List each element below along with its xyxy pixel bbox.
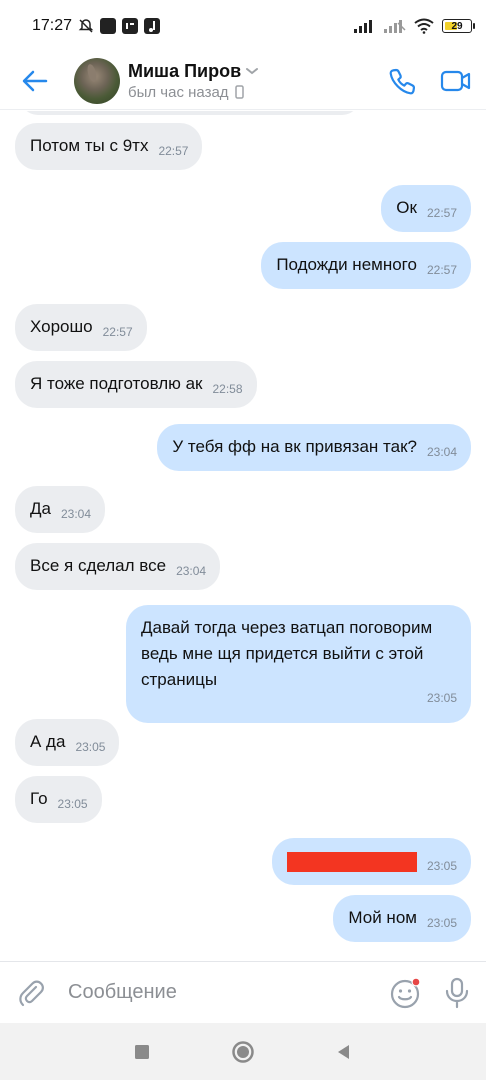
app-notification-icon [100, 18, 117, 34]
message-text: Да [30, 499, 51, 518]
back-nav-icon[interactable] [335, 1043, 353, 1061]
paperclip-icon[interactable] [16, 978, 46, 1008]
message-bubble-incoming[interactable]: Я тоже подготовлю ак 22:58 [15, 361, 257, 408]
message-time: 22:57 [102, 325, 133, 339]
back-button[interactable] [0, 52, 70, 110]
message-text: Все я сделал все [30, 556, 167, 575]
message-bubble-incoming[interactable]: Все я сделал все 23:04 [15, 543, 221, 590]
message-time: 22:57 [158, 144, 189, 158]
app-notification-icon [122, 18, 139, 34]
composer-actions [390, 977, 470, 1009]
message-text: Мой ном [348, 908, 417, 927]
message-bubble-outgoing[interactable]: Мой ном 23:05 [333, 895, 471, 942]
message-time: 22:57 [426, 206, 457, 220]
message-bubble-outgoing[interactable]: Давай тогда через ватцап поговорим ведь … [126, 605, 471, 723]
message-time: 23:05 [426, 916, 457, 930]
message-bubble-incoming[interactable]: А да 23:05 [15, 719, 120, 766]
message-bubble-incoming[interactable]: Хорошо 22:57 [15, 304, 147, 351]
message-bubble-incoming[interactable]: Го 23:05 [15, 776, 102, 823]
video-call-icon[interactable] [440, 69, 472, 93]
contact-last-seen: был час назад [128, 83, 229, 101]
message-input[interactable]: Сообщение [68, 981, 177, 1004]
wifi-icon [414, 18, 434, 34]
contact-name: Миша Пиров [128, 60, 242, 81]
chevron-down-icon [246, 68, 259, 75]
message-text: Я тоже подготовлю ак [30, 374, 203, 393]
message-text: Подожди немного [276, 255, 417, 274]
status-bar: 17:27 29 [0, 0, 486, 52]
message-bubble-outgoing[interactable]: 23:05 [271, 838, 471, 885]
signal-icon [354, 20, 372, 33]
message-text: Го [30, 789, 48, 808]
message-text: Потом ты с 9тх [30, 136, 149, 155]
message-bubble-outgoing[interactable]: Ок 22:57 [381, 185, 471, 232]
message-bubble-outgoing[interactable]: У тебя фф на вк привязан так? 23:04 [157, 424, 471, 471]
status-notification-icons [78, 18, 161, 34]
muted-bell-icon [78, 19, 94, 33]
message-text: Ок [396, 198, 417, 217]
message-time: 23:05 [426, 691, 457, 705]
microphone-icon[interactable] [444, 977, 470, 1009]
signal-icon [384, 20, 406, 33]
contact-name-row: Миша Пиров [128, 61, 259, 82]
status-time: 17:27 [32, 17, 73, 34]
message-time: 23:05 [75, 740, 106, 754]
message-time: 23:04 [176, 564, 207, 578]
message-list[interactable]: Потом ты с 9тх 22:57 Ок 22:57 Подожди немн… [0, 111, 486, 961]
message-time: 22:57 [426, 263, 457, 277]
message-text: Хорошо [30, 317, 93, 336]
recent-apps-icon[interactable] [133, 1043, 151, 1061]
previous-message-fragment [20, 111, 360, 115]
battery-icon: 29 [442, 19, 475, 33]
music-notification-icon [144, 18, 161, 34]
message-time: 23:04 [60, 507, 91, 521]
avatar[interactable] [74, 57, 120, 104]
header-actions [388, 66, 486, 96]
message-time: 23:05 [57, 797, 88, 811]
message-time: 22:58 [212, 382, 243, 396]
message-bubble-incoming[interactable]: Да 23:04 [15, 486, 105, 533]
message-composer: Сообщение [0, 961, 486, 1023]
emoji-icon[interactable] [390, 977, 422, 1009]
back-arrow-icon [22, 70, 48, 91]
contact-status-row: был час назад [128, 84, 259, 101]
mobile-device-icon [234, 85, 244, 99]
message-bubble-incoming[interactable]: Потом ты с 9тх 22:57 [15, 123, 203, 170]
redacted-content [286, 851, 417, 872]
home-icon[interactable] [231, 1040, 255, 1064]
system-navigation-bar [0, 1023, 486, 1080]
message-time: 23:04 [426, 445, 457, 459]
status-system-icons: 29 [354, 18, 475, 34]
message-text: А да [30, 732, 66, 751]
phone-icon[interactable] [388, 66, 418, 96]
message-text: Давай тогда через ватцап поговорим ведь … [141, 618, 433, 689]
message-text: У тебя фф на вк привязан так? [172, 437, 417, 456]
battery-level: 29 [451, 20, 463, 32]
chat-header: Миша Пиров был час назад [0, 52, 486, 110]
contact-info[interactable]: Миша Пиров был час назад [128, 61, 259, 101]
message-bubble-outgoing[interactable]: Подожди немного 22:57 [261, 242, 471, 289]
message-time: 23:05 [426, 859, 457, 873]
